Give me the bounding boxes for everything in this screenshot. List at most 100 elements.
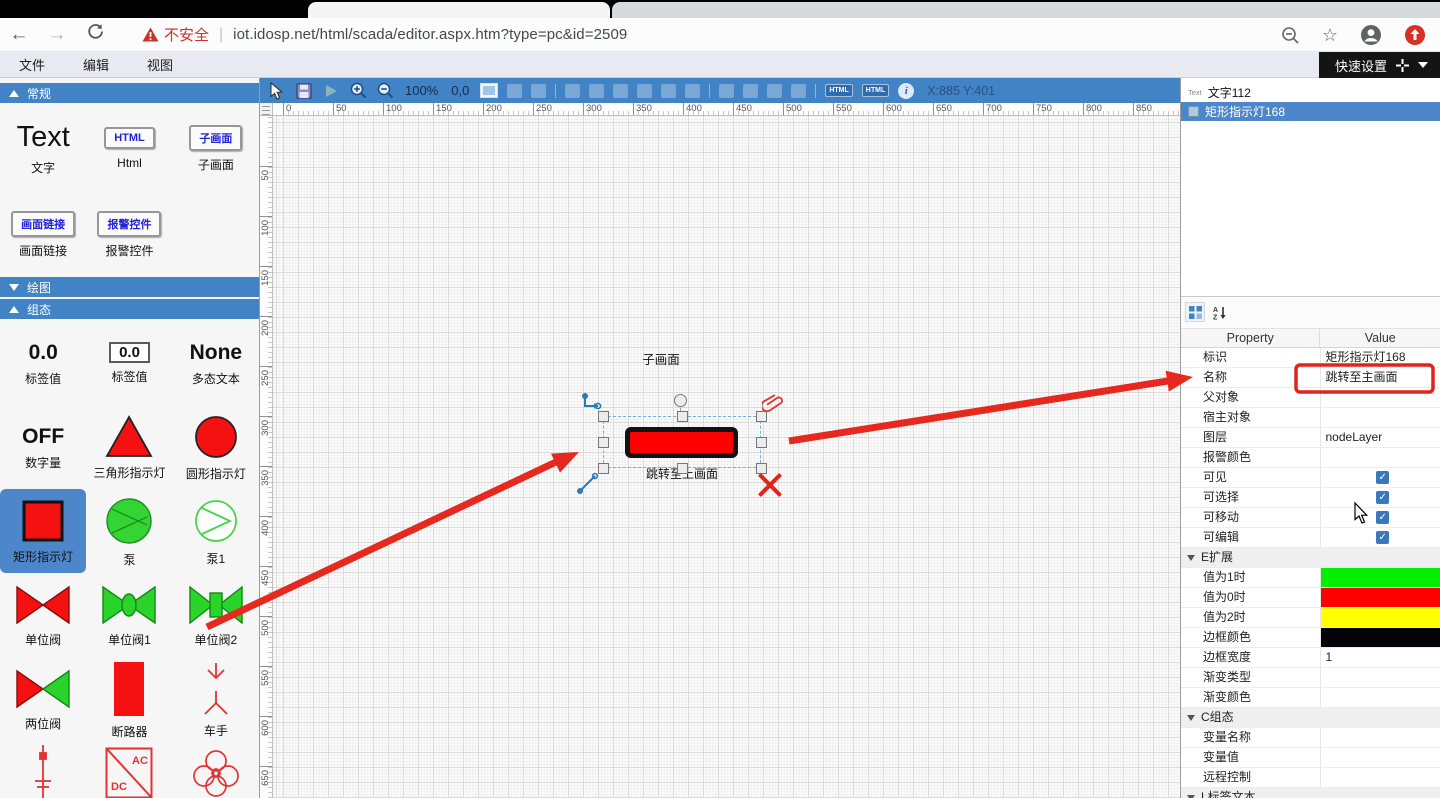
menu-item-视图[interactable]: 视图	[128, 55, 192, 74]
palette-item-PT[interactable]: PT	[173, 741, 259, 798]
checkbox-checked[interactable]: ✓	[1376, 471, 1389, 484]
palette-item-泵1[interactable]: 泵1	[173, 489, 259, 573]
palette-item-车手[interactable]: 车手	[173, 657, 259, 741]
security-warning-label[interactable]: 不安全	[164, 24, 209, 45]
palette-item-圆形指示灯[interactable]: 圆形指示灯	[173, 405, 259, 489]
palette-item-三角形指示灯[interactable]: 三角形指示灯	[86, 405, 172, 489]
palette-item-数字量[interactable]: OFF数字量	[0, 405, 86, 489]
property-value[interactable]: 1	[1321, 648, 1440, 667]
palette-item-两位阀[interactable]: 两位阀	[0, 657, 86, 741]
sort-az-icon[interactable]: AZ	[1209, 302, 1229, 322]
zoom-out-page-icon[interactable]	[1281, 26, 1300, 45]
palette-item-标签值[interactable]: 0.0标签值	[0, 321, 86, 405]
color-swatch[interactable]	[1321, 608, 1440, 627]
property-value[interactable]	[1321, 748, 1440, 767]
subscreen-text[interactable]: 子画面	[631, 349, 691, 368]
color-swatch[interactable]	[1321, 628, 1440, 647]
property-value[interactable]: nodeLayer	[1321, 428, 1440, 447]
property-value[interactable]	[1321, 668, 1440, 687]
back-button[interactable]: ←	[0, 24, 38, 46]
html-source-button[interactable]: HTML	[825, 84, 852, 97]
circle-indicator-icon	[193, 414, 239, 460]
property-group-C组态[interactable]: C组态	[1181, 708, 1440, 728]
color-swatch[interactable]	[1321, 568, 1440, 587]
address-bar-url[interactable]: iot.idosp.net/html/scada/editor.aspx.htm…	[233, 26, 627, 43]
selection-resize-handle[interactable]	[677, 411, 688, 422]
palette-item-泵[interactable]: 泵	[86, 489, 172, 573]
html-preview-button[interactable]: HTML	[862, 84, 889, 97]
info-button[interactable]: i	[898, 83, 914, 99]
design-canvas[interactable]: 子画面 跳转至上画面	[273, 116, 1180, 798]
menu-item-编辑[interactable]: 编辑	[64, 55, 128, 74]
palette-item-单位阀2[interactable]: 单位阀2	[173, 573, 259, 657]
attachment-paperclip-icon[interactable]	[762, 392, 784, 416]
select-cursor-tool[interactable]	[268, 82, 286, 100]
selection-resize-handle[interactable]	[677, 463, 688, 474]
zoom-out-button[interactable]	[376, 82, 394, 100]
property-value[interactable]: ✓	[1321, 468, 1440, 487]
palette-item-单位阀[interactable]: 单位阀	[0, 573, 86, 657]
property-group-L标签文本[interactable]: L标签文本	[1181, 788, 1440, 798]
forward-button[interactable]: →	[38, 24, 76, 46]
property-value[interactable]	[1321, 768, 1440, 787]
property-value[interactable]	[1321, 628, 1440, 647]
connector-node-icon[interactable]	[581, 392, 603, 414]
property-value[interactable]	[1321, 408, 1440, 427]
section-header-绘图[interactable]: 绘图	[0, 277, 259, 297]
delete-x-icon[interactable]	[757, 471, 783, 497]
line-draw-handle-icon[interactable]	[576, 471, 600, 495]
color-swatch[interactable]	[1321, 588, 1440, 607]
property-value[interactable]: 跳转至主画面	[1321, 368, 1440, 387]
property-value[interactable]: 矩形指示灯168	[1321, 348, 1440, 367]
update-reminder-icon[interactable]	[1404, 24, 1426, 46]
bookmark-star-icon[interactable]: ☆	[1322, 25, 1338, 46]
property-name: 变量名称	[1181, 728, 1321, 747]
section-header-组态[interactable]: 组态	[0, 299, 259, 319]
reload-icon[interactable]	[76, 23, 114, 46]
property-value[interactable]	[1321, 608, 1440, 627]
save-button[interactable]	[295, 82, 313, 100]
selection-resize-handle[interactable]	[598, 437, 609, 448]
checkbox-checked[interactable]: ✓	[1376, 491, 1389, 504]
section-header-常规[interactable]: 常规	[0, 83, 259, 103]
palette-item-断路器[interactable]: 断路器	[86, 657, 172, 741]
menu-item-文件[interactable]: 文件	[0, 55, 64, 74]
profile-avatar-icon[interactable]	[1360, 24, 1382, 46]
property-value[interactable]	[1321, 688, 1440, 707]
property-group-E扩展[interactable]: E扩展	[1181, 548, 1440, 568]
categorize-view-icon[interactable]	[1185, 302, 1205, 322]
property-value[interactable]	[1321, 568, 1440, 587]
preview-toggle[interactable]	[480, 82, 498, 100]
tree-item-矩形指示灯168[interactable]: 矩形指示灯168	[1181, 102, 1440, 121]
property-value[interactable]	[1321, 728, 1440, 747]
palette-item-Html[interactable]: HTMLHtml	[86, 105, 172, 191]
browser-active-tab[interactable]	[308, 2, 610, 18]
palette-item-标签值[interactable]: 0.0标签值	[86, 321, 172, 405]
property-value[interactable]	[1321, 588, 1440, 607]
tree-item-文字112[interactable]: Text文字112	[1181, 83, 1440, 102]
palette-item-文字[interactable]: Text文字	[0, 105, 86, 191]
palette-item-多态文本[interactable]: None多态文本	[173, 321, 259, 405]
palette-item-画面链接[interactable]: 画面链接画面链接	[0, 191, 86, 277]
rect-indicator-component[interactable]	[625, 427, 738, 458]
quick-settings-button[interactable]: 快速设置	[1319, 52, 1440, 78]
checkbox-checked[interactable]: ✓	[1376, 511, 1389, 524]
palette-item-单位阀1[interactable]: 单位阀1	[86, 573, 172, 657]
property-value[interactable]: ✓	[1321, 508, 1440, 527]
palette-glyph: Text	[17, 121, 70, 154]
palette-item-矩形指示灯[interactable]: 矩形指示灯	[0, 489, 86, 573]
rotate-handle[interactable]	[674, 394, 687, 407]
palette-item-报警控件[interactable]: 报警控件报警控件	[86, 191, 172, 277]
selection-resize-handle[interactable]	[756, 437, 767, 448]
property-value[interactable]: ✓	[1321, 528, 1440, 547]
palette-item-子画面[interactable]: 子画面子画面	[173, 105, 259, 191]
palette-item-逆变器[interactable]: ACDC逆变器	[86, 741, 172, 798]
checkbox-checked[interactable]: ✓	[1376, 531, 1389, 544]
palette-item-刀闸[interactable]: 刀闸	[0, 741, 86, 798]
run-button[interactable]	[322, 82, 340, 100]
property-value[interactable]	[1321, 388, 1440, 407]
property-value[interactable]: ✓	[1321, 488, 1440, 507]
property-value[interactable]	[1321, 448, 1440, 467]
property-name: 标识	[1181, 348, 1321, 367]
zoom-in-button[interactable]	[349, 82, 367, 100]
